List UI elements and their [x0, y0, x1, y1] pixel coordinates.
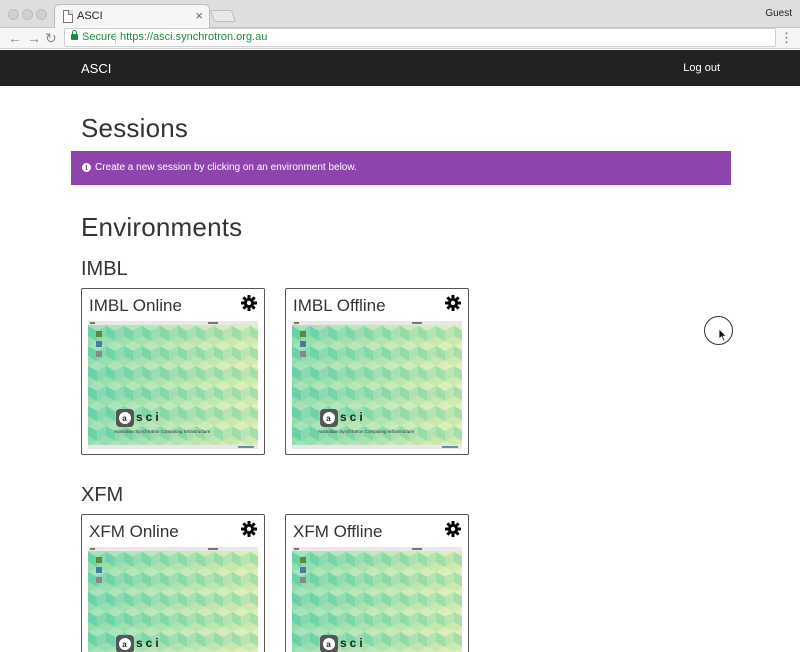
info-alert: i Create a new session by clicking on an…: [71, 151, 731, 185]
address-bar[interactable]: Secure https://asci.synchrotron.org.au: [64, 28, 776, 47]
desktop-thumbnail: [292, 547, 462, 652]
logout-link[interactable]: Log out: [683, 62, 720, 74]
tab-close-icon[interactable]: ×: [195, 8, 203, 23]
card-title: XFM Online: [89, 522, 179, 541]
browser-tabstrip: ASCI × Guest: [0, 0, 800, 29]
browser-tab[interactable]: ASCI ×: [54, 4, 210, 29]
new-tab-button[interactable]: [209, 10, 237, 22]
desktop-thumbnail: [292, 321, 462, 449]
brand-link[interactable]: ASCI: [81, 61, 111, 76]
url-text[interactable]: https://asci.synchrotron.org.au: [120, 29, 267, 46]
minimize-window-button[interactable]: [22, 9, 33, 20]
page-icon: [63, 10, 73, 23]
environment-card-imbl-offline[interactable]: IMBL Offline: [285, 288, 469, 455]
reload-icon[interactable]: ↻: [45, 29, 57, 47]
back-arrow-icon[interactable]: ←: [8, 29, 22, 47]
divider: [115, 32, 116, 44]
desktop-thumbnail: [88, 321, 258, 449]
group-heading-imbl: IMBL: [81, 258, 128, 280]
desktop-thumbnail: [88, 547, 258, 652]
gear-icon[interactable]: [241, 521, 257, 537]
secure-label: Secure: [82, 31, 117, 43]
gear-icon[interactable]: [445, 295, 461, 311]
info-icon: i: [82, 163, 91, 172]
browser-menu-icon[interactable]: ⋮: [780, 30, 793, 46]
close-window-button[interactable]: [8, 9, 19, 20]
page-title: Sessions: [81, 113, 189, 143]
tab-title: ASCI: [77, 10, 103, 22]
lock-icon: [71, 30, 78, 40]
environment-card-imbl-online[interactable]: IMBL Online: [81, 288, 265, 455]
app-navbar: ASCI Log out: [0, 50, 800, 86]
alert-text: Create a new session by clicking on an e…: [95, 162, 357, 173]
profile-label[interactable]: Guest: [765, 8, 792, 19]
browser-toolbar: ← → ↻ Secure https://asci.synchrotron.or…: [0, 28, 800, 49]
environment-card-xfm-offline[interactable]: XFM Offline: [285, 514, 469, 652]
environments-heading: Environments: [81, 212, 243, 242]
group-heading-xfm: XFM: [81, 484, 124, 506]
card-title: XFM Offline: [293, 522, 383, 541]
environment-card-xfm-online[interactable]: XFM Online: [81, 514, 265, 652]
card-title: IMBL Online: [89, 296, 182, 315]
mouse-pointer-icon: [718, 328, 728, 342]
gear-icon[interactable]: [241, 295, 257, 311]
card-title: IMBL Offline: [293, 296, 386, 315]
gear-icon[interactable]: [445, 521, 461, 537]
zoom-window-button[interactable]: [36, 9, 47, 20]
forward-arrow-icon[interactable]: →: [27, 29, 41, 47]
